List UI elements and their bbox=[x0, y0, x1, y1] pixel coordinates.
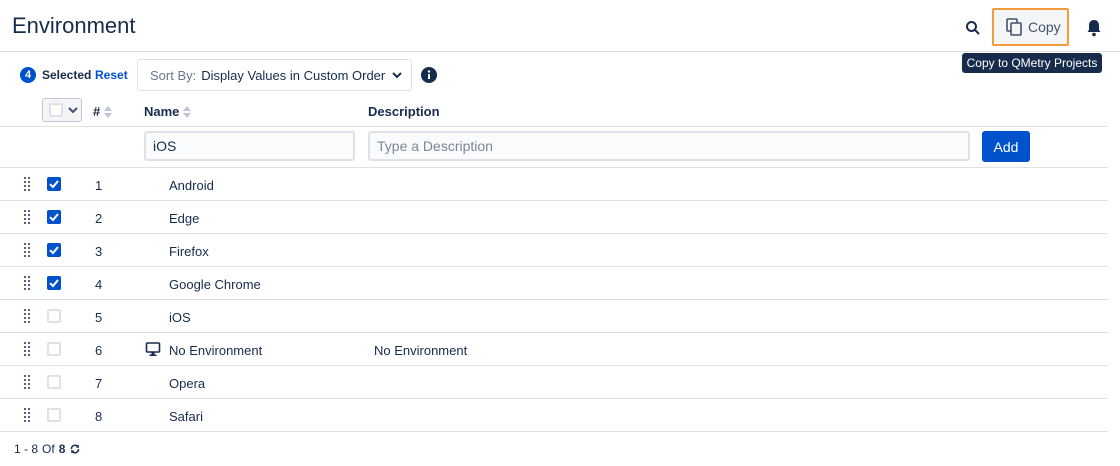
description-input[interactable] bbox=[368, 131, 970, 161]
row-number: 3 bbox=[95, 244, 103, 259]
row-name[interactable]: Opera bbox=[169, 376, 205, 391]
row-number: 6 bbox=[95, 343, 103, 358]
table-row[interactable]: 7 Opera bbox=[0, 366, 1108, 399]
row-name[interactable]: Safari bbox=[169, 409, 203, 424]
copy-icon bbox=[1006, 18, 1022, 36]
drag-handle-icon[interactable] bbox=[23, 176, 31, 192]
table-row[interactable]: 5 iOS bbox=[0, 300, 1108, 333]
pagination-total: 8 bbox=[58, 442, 66, 456]
column-name-label: Name bbox=[144, 104, 180, 119]
search-button[interactable] bbox=[963, 18, 983, 38]
drag-handle-icon[interactable] bbox=[23, 341, 31, 357]
chevron-down-icon bbox=[68, 107, 78, 114]
notifications-button[interactable] bbox=[1085, 18, 1103, 38]
reset-link[interactable]: Reset bbox=[95, 68, 128, 82]
drag-handle-icon[interactable] bbox=[23, 275, 31, 291]
copy-button-label: Copy bbox=[1028, 19, 1061, 35]
table-row[interactable]: 8 Safari bbox=[0, 399, 1108, 432]
row-number: 7 bbox=[95, 376, 103, 391]
drag-handle-icon[interactable] bbox=[23, 209, 31, 225]
selected-count-badge: 4 bbox=[20, 67, 36, 83]
sort-by-prefix: Sort By: bbox=[150, 67, 197, 83]
row-number: 5 bbox=[95, 310, 103, 325]
name-input[interactable] bbox=[144, 131, 355, 161]
selection-toolbar: 4 Selected Reset Sort By: Display Values… bbox=[0, 58, 1120, 92]
bell-icon bbox=[1087, 20, 1101, 37]
refresh-icon[interactable] bbox=[69, 443, 81, 455]
row-name[interactable]: iOS bbox=[169, 310, 191, 325]
chevron-down-icon bbox=[392, 72, 402, 79]
table-row[interactable]: 6 No Environment No Environment bbox=[0, 333, 1108, 366]
sort-icon bbox=[183, 105, 192, 118]
row-checkbox[interactable] bbox=[47, 177, 61, 191]
row-checkbox[interactable] bbox=[47, 342, 61, 356]
info-icon[interactable] bbox=[421, 67, 437, 83]
sort-by-select[interactable]: Sort By: Display Values in Custom Order bbox=[137, 59, 412, 91]
drag-handle-icon[interactable] bbox=[23, 407, 31, 423]
bulk-select-dropdown[interactable] bbox=[42, 98, 82, 122]
row-description[interactable]: No Environment bbox=[374, 343, 467, 358]
row-checkbox[interactable] bbox=[47, 408, 61, 422]
row-number: 1 bbox=[95, 178, 103, 193]
column-header-description: Description bbox=[368, 104, 440, 119]
table-row[interactable]: 4 Google Chrome bbox=[0, 267, 1108, 300]
sort-icon bbox=[104, 105, 113, 118]
pagination-range: 1 - 8 bbox=[14, 442, 39, 456]
selected-label: Selected bbox=[42, 68, 92, 82]
table-body: 1 Android 2 Edge 3 Firefox 4 Google Chrome 5 iOS 6… bbox=[0, 168, 1108, 432]
pagination-of-label: Of bbox=[42, 442, 55, 456]
row-checkbox[interactable] bbox=[47, 309, 61, 323]
column-header-number[interactable]: # bbox=[93, 104, 113, 119]
monitor-icon bbox=[145, 341, 161, 357]
table-row[interactable]: 3 Firefox bbox=[0, 234, 1108, 267]
row-name[interactable]: Edge bbox=[169, 211, 199, 226]
row-number: 4 bbox=[95, 277, 103, 292]
drag-handle-icon[interactable] bbox=[23, 308, 31, 324]
add-button[interactable]: Add bbox=[982, 131, 1030, 162]
column-number-label: # bbox=[93, 104, 101, 119]
table-row[interactable]: 2 Edge bbox=[0, 201, 1108, 234]
row-name[interactable]: Android bbox=[169, 178, 214, 193]
select-all-checkbox[interactable] bbox=[49, 103, 63, 117]
search-icon bbox=[966, 21, 980, 35]
drag-handle-icon[interactable] bbox=[23, 242, 31, 258]
sort-by-value: Display Values in Custom Order bbox=[201, 67, 386, 83]
table-header: # Name Description bbox=[0, 94, 1108, 127]
row-name[interactable]: No Environment bbox=[169, 343, 262, 358]
row-name[interactable]: Google Chrome bbox=[169, 277, 261, 292]
column-description-label: Description bbox=[368, 104, 440, 119]
row-name[interactable]: Firefox bbox=[169, 244, 209, 259]
pagination-footer: 1 - 8 Of 8 bbox=[14, 442, 81, 456]
row-checkbox[interactable] bbox=[47, 243, 61, 257]
drag-handle-icon[interactable] bbox=[23, 374, 31, 390]
add-row: Add bbox=[0, 127, 1108, 168]
page-title: Environment bbox=[12, 13, 136, 38]
table-row[interactable]: 1 Android bbox=[0, 168, 1108, 201]
row-number: 2 bbox=[95, 211, 103, 226]
row-checkbox[interactable] bbox=[47, 210, 61, 224]
column-header-name[interactable]: Name bbox=[144, 104, 192, 119]
row-number: 8 bbox=[95, 409, 103, 424]
row-checkbox[interactable] bbox=[47, 375, 61, 389]
page-header: Environment Copy bbox=[0, 0, 1120, 52]
copy-button[interactable]: Copy bbox=[992, 8, 1069, 46]
row-checkbox[interactable] bbox=[47, 276, 61, 290]
